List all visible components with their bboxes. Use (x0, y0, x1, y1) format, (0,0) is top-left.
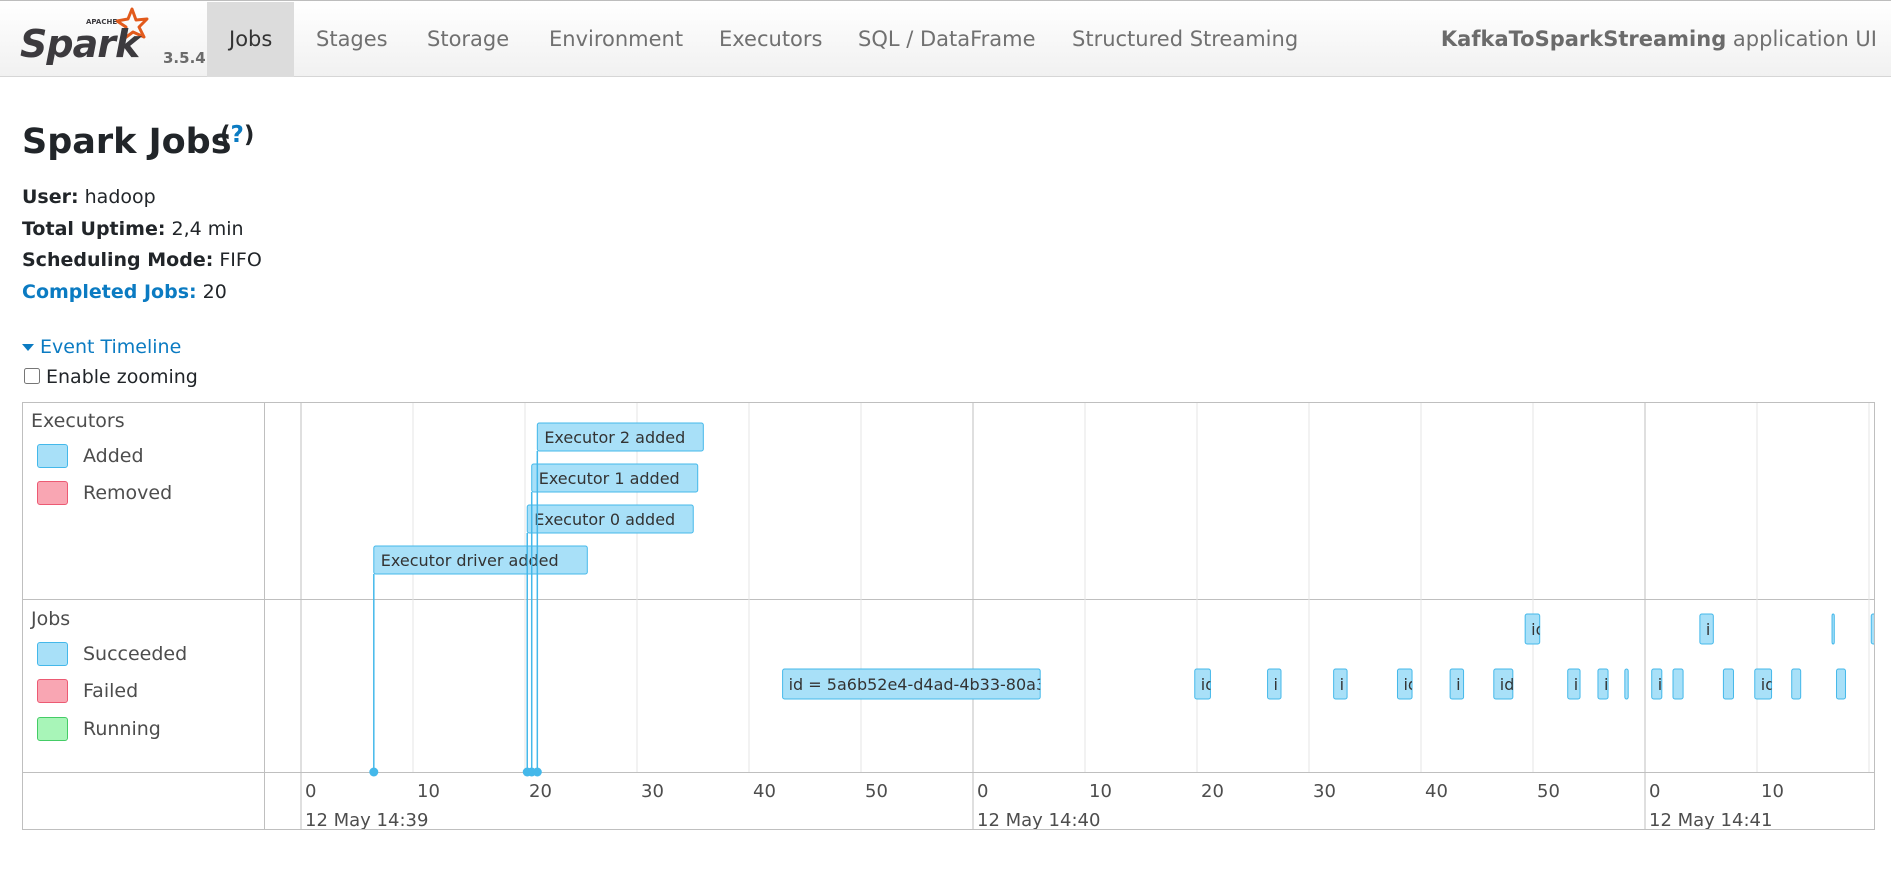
job-bar (1672, 668, 1684, 700)
axis-tick-label: 10 (1761, 781, 1784, 802)
axis-tick-label: 10 (417, 781, 440, 802)
jobs-group-label: Jobs (31, 608, 71, 630)
job-label: i (1706, 620, 1710, 639)
application-name: KafkaToSparkStreaming (1440, 27, 1727, 51)
user-value: hadoop (84, 186, 156, 208)
axis-tick-label: 20 (529, 781, 552, 802)
logo-spark-text: Spark (20, 22, 143, 66)
top-navbar: APACHE Spark 3.5.4 Jobs Stages Storage E… (0, 0, 1891, 77)
application-title: KafkaToSparkStreaming application UI (1441, 2, 1877, 77)
scheduling-mode-value: FIFO (219, 249, 262, 271)
job-bar (1831, 613, 1835, 645)
tab-jobs[interactable]: Jobs (207, 2, 295, 77)
succeeded-swatch (37, 642, 68, 666)
tab-stages[interactable]: Stages (294, 2, 410, 77)
added-swatch (37, 444, 68, 468)
job-bar (1722, 668, 1734, 700)
caret-down-icon (22, 344, 34, 351)
help-tooltip[interactable]: (?) (220, 122, 254, 148)
axis-minute-label: 12 May 14:41 (1649, 810, 1772, 829)
job-label: id (1531, 620, 1546, 639)
completed-jobs-link[interactable]: Completed Jobs: (22, 281, 197, 303)
spark-logo[interactable]: APACHE Spark 3.5.4 (20, 5, 206, 71)
tab-executors[interactable]: Executors (697, 2, 844, 77)
tab-sql-dataframe[interactable]: SQL / DataFrame (836, 2, 1058, 77)
timeline-group-labels: Executors Added Removed Jobs Succeeded F… (23, 403, 265, 829)
legend-label: Running (83, 718, 161, 740)
executor-event-label: Executor 2 added (544, 428, 685, 447)
enable-zooming-row: Enable zooming (22, 366, 198, 388)
enable-zooming-checkbox[interactable] (24, 368, 40, 384)
application-suffix: application UI (1732, 27, 1877, 51)
job-label: id (1403, 675, 1418, 694)
axis-tick-label: 20 (1201, 781, 1224, 802)
event-timeline: Executors Added Removed Jobs Succeeded F… (22, 402, 1875, 830)
legend-label: Added (83, 445, 144, 467)
executor-event-dot (369, 767, 379, 777)
help-icon[interactable]: ? (231, 122, 244, 148)
job-label: id (1201, 675, 1216, 694)
event-timeline-label: Event Timeline (40, 336, 182, 358)
axis-tick-label: 30 (641, 781, 664, 802)
axis-tick-label: 30 (1313, 781, 1336, 802)
job-label: id = 5a6b52e4-d4ad-4b33-80a3 (789, 675, 1047, 694)
legend-label: Removed (83, 482, 173, 504)
summary-user: User: hadoop (22, 186, 262, 218)
job-label: i (1604, 675, 1608, 694)
summary-completed-jobs: Completed Jobs: 20 (22, 281, 262, 313)
summary-uptime: Total Uptime: 2,4 min (22, 218, 262, 250)
legend-label: Failed (83, 680, 139, 702)
uptime-label: Total Uptime: (22, 217, 166, 240)
job-label: id (1500, 675, 1515, 694)
executors-group-label: Executors (31, 410, 125, 432)
axis-tick-label: 0 (977, 781, 988, 802)
running-swatch (37, 717, 68, 741)
uptime-value: 2,4 min (171, 217, 244, 240)
completed-jobs-value: 20 (202, 280, 227, 303)
axis-tick-label: 2 (1873, 781, 1874, 802)
user-label: User: (22, 186, 79, 208)
job-label: i (1340, 675, 1344, 694)
job-label: i (1456, 675, 1460, 694)
enable-zooming-label: Enable zooming (46, 366, 198, 388)
job-bar (1870, 613, 1874, 645)
removed-swatch (37, 481, 68, 505)
axis-tick-label: 50 (1537, 781, 1560, 802)
timeline-canvas[interactable]: 0 10 20 30 40 50 0 10 20 30 40 50 0 10 2 12 May 14:39 12… (265, 403, 1874, 829)
axis-tick-label: 0 (305, 781, 316, 802)
tab-structured-streaming[interactable]: Structured Streaming (1050, 2, 1320, 77)
job-bar (1836, 668, 1846, 700)
job-bar (1791, 668, 1802, 700)
job-label: i (1658, 675, 1662, 694)
job-label: i (1574, 675, 1578, 694)
tab-environment[interactable]: Environment (527, 2, 705, 77)
axis-minute-label: 12 May 14:39 (305, 810, 428, 829)
job-bar (1624, 668, 1629, 700)
axis-minute-label: 12 May 14:40 (977, 810, 1100, 829)
event-timeline-toggle[interactable]: Event Timeline (22, 336, 181, 358)
job-label: id (1761, 675, 1776, 694)
legend-label: Succeeded (83, 643, 188, 665)
executor-event-label: Executor 0 added (534, 510, 675, 529)
page-title: Spark Jobs (22, 122, 232, 162)
axis-tick-label: 40 (1425, 781, 1448, 802)
tab-storage[interactable]: Storage (405, 2, 531, 77)
failed-swatch (37, 679, 68, 703)
axis-tick-label: 0 (1649, 781, 1660, 802)
summary-scheduling-mode: Scheduling Mode: FIFO (22, 249, 262, 281)
axis-tick-label: 50 (865, 781, 888, 802)
executor-event-label: Executor 1 added (539, 469, 680, 488)
axis-tick-label: 10 (1089, 781, 1112, 802)
job-label: i (1274, 675, 1278, 694)
summary-list: User: hadoop Total Uptime: 2,4 min Sched… (22, 186, 262, 312)
axis-tick-label: 40 (753, 781, 776, 802)
executor-event-dot (532, 767, 542, 777)
scheduling-mode-label: Scheduling Mode: (22, 249, 214, 271)
spark-version: 3.5.4 (163, 49, 206, 67)
